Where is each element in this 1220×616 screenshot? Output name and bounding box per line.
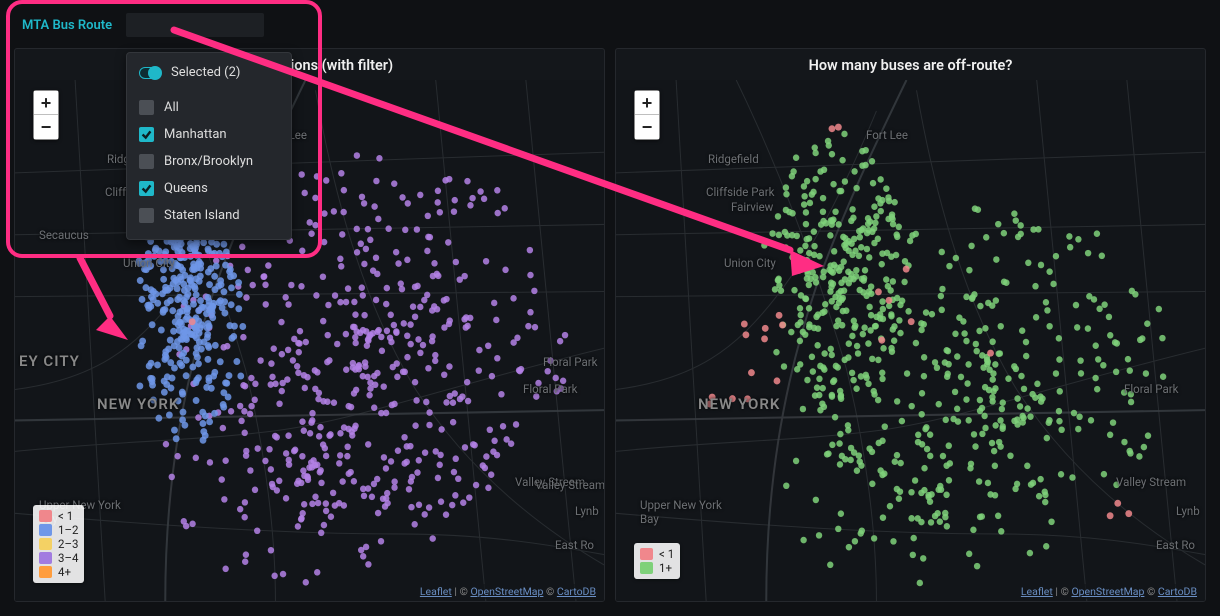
- legend-swatch: [39, 510, 52, 522]
- legend-label: 1–2: [58, 523, 78, 537]
- legend-row: 4+: [39, 565, 78, 579]
- leaflet-link[interactable]: Leaflet: [420, 585, 452, 598]
- dropdown-option-label: Bronx/Brooklyn: [164, 154, 253, 169]
- legend-row: 2–3: [39, 537, 78, 551]
- legend-label: 1+: [659, 561, 672, 575]
- zoom-in-button[interactable]: +: [34, 91, 58, 115]
- dropdown-selected-label: Selected (2): [171, 65, 240, 80]
- carto-link[interactable]: CartoDB: [1158, 585, 1197, 598]
- zoom-out-button[interactable]: −: [635, 115, 659, 139]
- legend-swatch: [39, 552, 52, 564]
- checkbox-icon: [139, 100, 154, 115]
- dropdown-option[interactable]: Queens: [139, 175, 279, 202]
- legend-row: 3–4: [39, 551, 78, 565]
- legend-row: 1+: [640, 561, 674, 575]
- osm-link[interactable]: OpenStreetMap: [470, 585, 543, 598]
- legend-swatch: [39, 524, 52, 536]
- map-tiles: [616, 80, 1205, 601]
- legend-label: < 1: [659, 547, 674, 561]
- variable-value-box[interactable]: [126, 13, 264, 37]
- zoom-out-button[interactable]: −: [34, 115, 58, 139]
- legend-label: 3–4: [58, 551, 78, 565]
- checkbox-icon: [139, 154, 154, 169]
- legend-swatch: [39, 538, 52, 550]
- zoom-in-button[interactable]: +: [635, 91, 659, 115]
- legend: < 11–22–33–44+: [33, 505, 84, 583]
- dropdown-option-label: Queens: [164, 181, 208, 196]
- legend-row: < 1: [39, 509, 78, 523]
- route-filter-dropdown[interactable]: Selected (2) All Manhattan Bronx/Brooklyn Q…: [126, 52, 292, 240]
- checkbox-checked-icon: [139, 127, 154, 142]
- variable-label-mta-bus-route[interactable]: MTA Bus Route: [22, 18, 112, 33]
- osm-link[interactable]: OpenStreetMap: [1071, 585, 1144, 598]
- legend-label: < 1: [58, 509, 73, 523]
- panel-bus-locations: Bus Locations (with filter): [14, 48, 605, 602]
- panel-title: How many buses are off-route?: [616, 49, 1205, 80]
- panel-title: Bus Locations (with filter): [15, 49, 604, 80]
- dropdown-option-label: Manhattan: [164, 127, 227, 142]
- map-tiles: [15, 80, 604, 601]
- legend-swatch: [39, 566, 52, 578]
- legend-row: 1–2: [39, 523, 78, 537]
- dropdown-option-label: All: [164, 100, 179, 115]
- carto-link[interactable]: CartoDB: [557, 585, 596, 598]
- map-left[interactable]: Fort LeeRidgefieldCliffside ParkFairview…: [15, 80, 604, 601]
- dropdown-option-label: Staten Island: [164, 208, 240, 223]
- dropdown-option[interactable]: All: [139, 94, 279, 121]
- map-right[interactable]: Fort LeeRidgefieldCliffside ParkFairview…: [616, 80, 1205, 601]
- zoom-control: + −: [634, 90, 660, 140]
- legend-row: < 1: [640, 547, 674, 561]
- legend-swatch: [640, 548, 653, 560]
- map-attribution: Leaflet | © OpenStreetMap © CartoDB: [1017, 584, 1201, 599]
- dropdown-option[interactable]: Bronx/Brooklyn: [139, 148, 279, 175]
- toggle-icon: [139, 67, 161, 79]
- legend-label: 2–3: [58, 537, 78, 551]
- zoom-control: + −: [33, 90, 59, 140]
- legend-swatch: [640, 562, 653, 574]
- panel-off-route: How many buses are off-route?: [615, 48, 1206, 602]
- legend-label: 4+: [58, 565, 71, 579]
- map-attribution: Leaflet | © OpenStreetMap © CartoDB: [416, 584, 600, 599]
- dropdown-selected-header[interactable]: Selected (2): [139, 65, 279, 80]
- checkbox-icon: [139, 208, 154, 223]
- leaflet-link[interactable]: Leaflet: [1021, 585, 1053, 598]
- legend: < 11+: [634, 543, 680, 579]
- checkbox-checked-icon: [139, 181, 154, 196]
- dropdown-option[interactable]: Staten Island: [139, 202, 279, 229]
- dropdown-option[interactable]: Manhattan: [139, 121, 279, 148]
